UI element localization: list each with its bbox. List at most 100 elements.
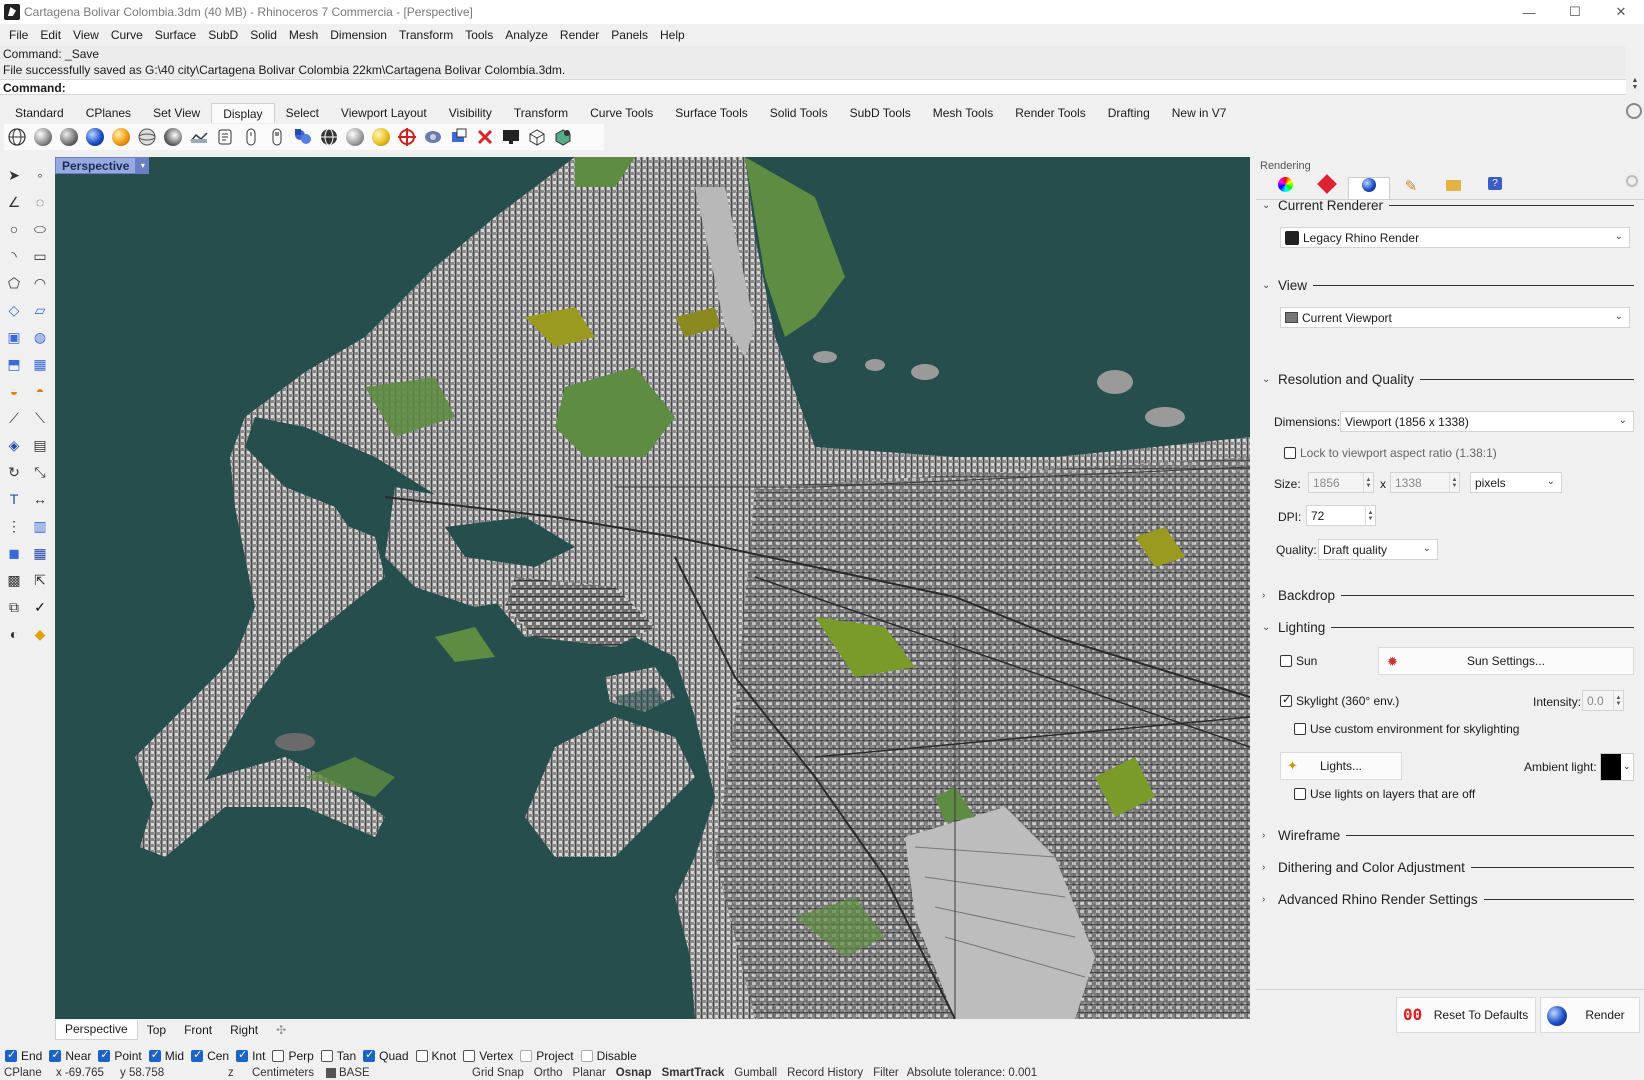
smarttrack-toggle[interactable]: SmartTrack — [657, 1067, 730, 1079]
rendered-display-icon[interactable] — [58, 126, 80, 148]
menu-file[interactable]: File — [3, 28, 34, 42]
xray-display-icon[interactable] — [162, 126, 184, 148]
checkbox[interactable] — [363, 1048, 376, 1062]
monitor-icon[interactable] — [500, 126, 522, 148]
render-button[interactable]: Render — [1540, 997, 1640, 1033]
checkbox[interactable] — [236, 1048, 249, 1062]
checkbox[interactable] — [272, 1050, 285, 1062]
check-icon[interactable]: ✓ — [30, 597, 50, 617]
checkbox[interactable] — [415, 1050, 428, 1062]
ellipse-icon[interactable]: ⬭ — [30, 219, 50, 239]
menu-view[interactable]: View — [67, 28, 105, 42]
menu-help[interactable]: Help — [654, 28, 691, 42]
status-units[interactable]: Centimeters — [240, 1067, 326, 1079]
unit-select[interactable]: pixels ⌄ — [1470, 472, 1562, 493]
renderer-select[interactable]: Legacy Rhino Render ⌄ — [1280, 227, 1630, 248]
tab-new-in-v7[interactable]: New in V7 — [1161, 103, 1238, 123]
command-prompt[interactable]: Command: — [0, 79, 1626, 95]
viewport-tab-top[interactable]: Top — [138, 1023, 175, 1037]
osnap-vertex[interactable]: Vertex — [463, 1049, 513, 1063]
status-cplane[interactable]: CPlane — [4, 1067, 56, 1079]
custom-environment-checkbox[interactable]: Use custom environment for skylighting — [1294, 722, 1519, 736]
sphere-solid-icon[interactable]: ◍ — [30, 327, 50, 347]
checkbox[interactable] — [520, 1050, 533, 1062]
command-scroll-buttons[interactable]: ▲ ▼ — [1626, 77, 1644, 95]
render-preview-icon[interactable] — [318, 126, 340, 148]
tab-set-view[interactable]: Set View — [142, 103, 211, 123]
shaded-display-icon[interactable] — [32, 126, 54, 148]
osnap-tan[interactable]: Tan — [320, 1049, 356, 1063]
tab-display[interactable]: Display — [211, 103, 275, 123]
checkbox[interactable] — [1294, 788, 1306, 800]
polygon-icon[interactable]: ⬠ — [4, 273, 24, 293]
checkbox[interactable] — [1280, 655, 1292, 667]
gear-icon[interactable] — [1626, 175, 1638, 187]
section-current-renderer[interactable]: ⌄ Current Renderer — [1256, 195, 1644, 215]
array-icon[interactable]: ⋮ — [4, 516, 24, 536]
wireframe-display-icon[interactable] — [6, 126, 28, 148]
curve-icon[interactable]: ◌ — [30, 192, 50, 212]
height-field[interactable]: 1338 ▲ ▼ — [1390, 472, 1460, 493]
point-icon[interactable]: ◦ — [30, 165, 50, 185]
ambient-occlusion-icon[interactable] — [344, 126, 366, 148]
tab-viewport-layout[interactable]: Viewport Layout — [330, 103, 438, 123]
osnap-end[interactable]: End — [5, 1048, 42, 1063]
stretch-icon[interactable]: ⇱ — [30, 570, 50, 590]
section-backdrop[interactable]: › Backdrop — [1256, 585, 1644, 605]
fillet-icon[interactable]: ◓ — [30, 381, 50, 401]
dimensions-select[interactable]: Viewport (1856 x 1338) ⌄ — [1340, 411, 1634, 432]
scale-icon[interactable]: ⤡ — [30, 462, 50, 482]
text-icon[interactable]: T — [4, 489, 24, 509]
menu-curve[interactable]: Curve — [105, 28, 149, 42]
checkbox[interactable] — [320, 1050, 333, 1062]
boolean-union-icon[interactable]: ◒ — [4, 381, 24, 401]
disable-icon[interactable] — [474, 126, 496, 148]
dpi-field[interactable]: 72 ▲ ▼ — [1306, 505, 1376, 526]
monochrome-display-icon[interactable] — [292, 126, 314, 148]
tab-mesh-tools[interactable]: Mesh Tools — [922, 103, 1004, 123]
polyline-icon[interactable]: ∠ — [4, 192, 24, 212]
raytraced-icon[interactable] — [370, 126, 392, 148]
osnap-int[interactable]: Int — [236, 1048, 265, 1063]
arc-icon[interactable]: ◝ — [4, 246, 24, 266]
menu-edit[interactable]: Edit — [34, 28, 67, 42]
osnap-cen[interactable]: Cen — [191, 1048, 229, 1063]
dimension-icon[interactable]: ↔ — [30, 489, 50, 509]
rectangle-icon[interactable]: ▭ — [30, 246, 50, 266]
tab-curve-tools[interactable]: Curve Tools — [579, 103, 664, 123]
tab-subd-tools[interactable]: SubD Tools — [839, 103, 922, 123]
tab-surface-tools[interactable]: Surface Tools — [664, 103, 759, 123]
grid-snap-toggle[interactable]: Grid Snap — [467, 1067, 529, 1079]
osnap-mid[interactable]: Mid — [148, 1048, 184, 1063]
menu-transform[interactable]: Transform — [393, 28, 459, 42]
record-history-toggle[interactable]: Record History — [782, 1067, 868, 1079]
menu-subd[interactable]: SubD — [202, 28, 244, 42]
tab-cplanes[interactable]: CPlanes — [75, 103, 142, 123]
box-settings-icon[interactable] — [552, 126, 574, 148]
box-icon[interactable] — [526, 126, 548, 148]
viewport-tab-right[interactable]: Right — [221, 1023, 267, 1037]
tab-visibility[interactable]: Visibility — [438, 103, 503, 123]
ghosted-display-icon[interactable] — [136, 126, 158, 148]
pen-display-icon[interactable] — [240, 126, 262, 148]
artistic-display-icon[interactable] — [214, 126, 236, 148]
osnap-toggle[interactable]: Osnap — [611, 1067, 657, 1079]
tab-transform[interactable]: Transform — [503, 103, 579, 123]
checkbox[interactable] — [1284, 447, 1296, 459]
lock-aspect-checkbox[interactable]: Lock to viewport aspect ratio (1.38:1) — [1284, 446, 1497, 460]
osnap-quad[interactable]: Quad — [363, 1048, 409, 1063]
view-select[interactable]: Current Viewport ⌄ — [1280, 307, 1630, 328]
grid-array-icon[interactable]: ▩ — [4, 570, 24, 590]
width-spinner[interactable]: ▲ ▼ — [1363, 473, 1373, 492]
minimize-button[interactable]: — — [1506, 0, 1552, 24]
tab-select[interactable]: Select — [275, 103, 330, 123]
tab-standard[interactable]: Standard — [4, 103, 75, 123]
perspective-viewport[interactable] — [55, 157, 1250, 1019]
checkbox[interactable] — [1294, 723, 1306, 735]
menu-render[interactable]: Render — [554, 28, 605, 42]
cylinder-icon[interactable]: ⬒ — [4, 354, 24, 374]
section-resolution-quality[interactable]: ⌄ Resolution and Quality — [1256, 369, 1644, 389]
planar-toggle[interactable]: Planar — [568, 1067, 611, 1079]
extrude-surface-icon[interactable]: ▱ — [30, 300, 50, 320]
arctic-display-icon[interactable] — [266, 126, 288, 148]
